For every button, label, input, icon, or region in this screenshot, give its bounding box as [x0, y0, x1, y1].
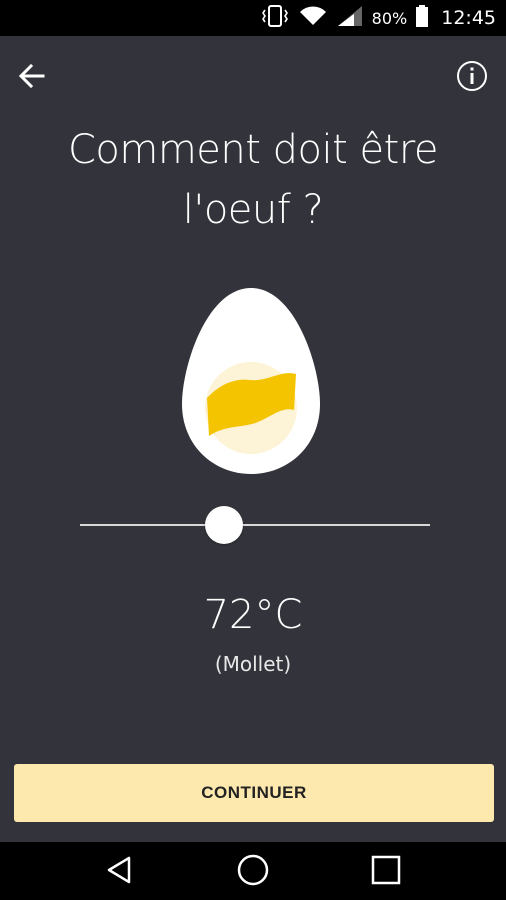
nav-recents-button[interactable] — [368, 854, 404, 890]
nav-back-button[interactable] — [102, 854, 138, 890]
doneness-slider[interactable] — [80, 504, 430, 548]
page-title: Comment doit être l'oeuf ? — [0, 120, 506, 240]
slider-thumb[interactable] — [204, 506, 243, 544]
navigation-bar — [0, 842, 506, 900]
egg-illustration — [180, 286, 322, 476]
recents-square-icon — [370, 854, 402, 890]
phone-vibrate-icon — [260, 4, 290, 32]
nav-home-button[interactable] — [235, 854, 271, 890]
signal-icon — [336, 4, 364, 32]
battery-icon — [415, 4, 429, 32]
egg-setup-screen: Comment doit être l'oeuf ? 72°C (Mollet)… — [0, 36, 506, 842]
info-icon — [456, 60, 488, 96]
slider-track — [80, 524, 430, 526]
back-button[interactable] — [12, 58, 52, 98]
title-line-2: l'oeuf ? — [182, 187, 324, 233]
info-button[interactable] — [452, 58, 492, 98]
back-triangle-icon — [104, 854, 136, 890]
clock: 12:45 — [441, 7, 496, 29]
continue-button[interactable]: CONTINUER — [14, 764, 494, 822]
status-bar: 80% 12:45 — [0, 0, 506, 36]
status-icons: 80% 12:45 — [260, 0, 496, 36]
wifi-icon — [298, 4, 328, 32]
battery-percent: 80% — [371, 8, 408, 28]
temperature-value: 72°C — [203, 592, 303, 638]
title-line-1: Comment doit être — [67, 127, 439, 173]
arrow-left-icon — [17, 61, 47, 95]
doneness-label: (Mollet) — [214, 652, 292, 676]
home-circle-icon — [236, 853, 270, 891]
